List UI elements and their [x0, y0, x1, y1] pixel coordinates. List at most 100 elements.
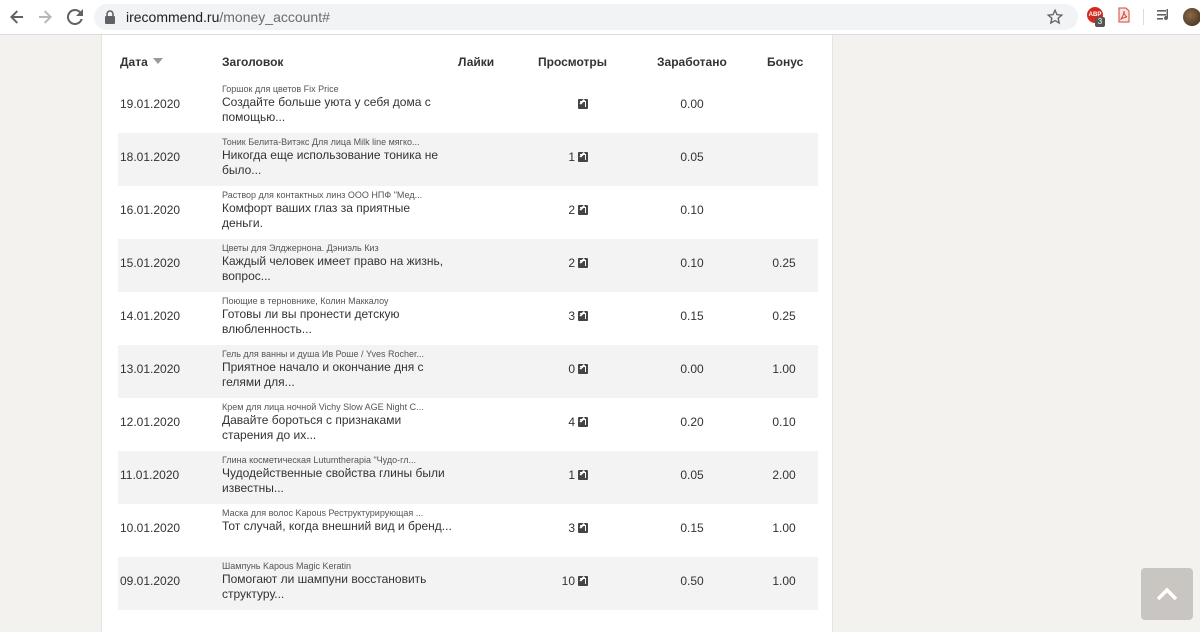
row-date: 19.01.2020 — [120, 97, 181, 111]
views-count: 2 — [568, 203, 575, 217]
table-row: 12.01.2020 Крем для лица ночной Vichy Sl… — [118, 398, 818, 451]
row-product-link[interactable]: Поющие в терновнике, Колин Маккалоу — [222, 296, 389, 306]
row-bonus: 1.00 — [772, 574, 796, 588]
views-count: 10 — [561, 574, 575, 588]
open-external-icon[interactable] — [578, 523, 588, 533]
table-header: Дата Заголовок Лайки Просмотры Заработан… — [118, 55, 818, 73]
open-external-icon[interactable] — [578, 99, 588, 109]
scroll-to-top-button[interactable] — [1141, 568, 1193, 620]
row-review-title-link[interactable]: Создайте больше уюта у себя дома с помощ… — [222, 95, 452, 125]
forward-arrow-icon[interactable] — [34, 6, 56, 28]
adblock-extension-icon[interactable]: ABP 3 — [1087, 7, 1105, 27]
row-review-title-link[interactable]: Каждый человек имеет право на жизнь, воп… — [222, 254, 452, 284]
lock-icon — [105, 10, 115, 24]
header-earned: Заработано — [657, 55, 727, 69]
row-bonus: 0.10 — [772, 415, 796, 429]
row-review-title-link[interactable]: Тот случай, когда внешний вид и бренд... — [222, 519, 452, 534]
row-date: 11.01.2020 — [120, 468, 180, 482]
open-external-icon[interactable] — [578, 205, 588, 215]
row-earned: 0.05 — [680, 150, 704, 164]
open-external-icon[interactable] — [578, 417, 588, 427]
views-count: 4 — [568, 415, 575, 429]
row-views: 2 — [558, 256, 588, 270]
row-product-link[interactable]: Шампунь Kapous Magic Keratin — [222, 561, 351, 571]
row-product-link[interactable]: Глина косметическая Lutumtherapia "Чудо-… — [222, 455, 416, 465]
row-views: 1 — [558, 150, 588, 164]
row-views — [558, 97, 588, 111]
row-date: 14.01.2020 — [120, 309, 181, 323]
url-text: irecommend.ru/money_account# — [126, 9, 330, 25]
table-row: 10.01.2020 Маска для волос Kapous Рестру… — [118, 504, 818, 557]
views-count: 3 — [568, 521, 575, 535]
table-row: 18.01.2020 Тоник Белита-Витэкс Для лица … — [118, 133, 818, 186]
row-review-title-link[interactable]: Комфорт ваших глаз за приятные деньги. — [222, 201, 452, 231]
row-earned: 0.15 — [680, 309, 704, 323]
header-likes: Лайки — [458, 55, 495, 69]
views-count: 1 — [568, 468, 575, 482]
row-review-title-link[interactable]: Готовы ли вы пронести детскую влюбленнос… — [222, 307, 452, 337]
open-external-icon[interactable] — [578, 470, 588, 480]
media-control-icon[interactable] — [1156, 7, 1174, 25]
header-title: Заголовок — [222, 55, 284, 69]
row-views: 2 — [558, 203, 588, 217]
table-row: 19.01.2020 Горшок для цветов Fix Price С… — [118, 80, 818, 133]
earnings-table: 19.01.2020 Горшок для цветов Fix Price С… — [118, 80, 818, 610]
bookmark-star-icon[interactable] — [1046, 8, 1064, 26]
row-views: 4 — [558, 415, 588, 429]
row-earned: 0.10 — [680, 256, 704, 270]
open-external-icon[interactable] — [578, 258, 588, 268]
row-earned: 0.00 — [680, 362, 704, 376]
row-earned: 0.05 — [680, 468, 704, 482]
open-external-icon[interactable] — [578, 311, 588, 321]
row-date: 09.01.2020 — [120, 574, 181, 588]
row-review-title-link[interactable]: Приятное начало и окончание дня с гелями… — [222, 360, 452, 390]
row-earned: 0.20 — [680, 415, 704, 429]
row-product-link[interactable]: Тоник Белита-Витэкс Для лица Milk line м… — [222, 137, 420, 147]
reload-icon[interactable] — [64, 6, 86, 28]
address-bar[interactable]: irecommend.ru/money_account# — [94, 4, 1078, 30]
row-bonus: 0.25 — [772, 256, 796, 270]
back-arrow-icon[interactable] — [6, 6, 28, 28]
table-row: 15.01.2020 Цветы для Элджернона. Дэниэль… — [118, 239, 818, 292]
row-review-title-link[interactable]: Никогда еще использование тоника не было… — [222, 148, 452, 178]
row-views: 3 — [558, 521, 588, 535]
chevron-up-icon — [1156, 587, 1178, 601]
row-product-link[interactable]: Крем для лица ночной Vichy Slow AGE Nigh… — [222, 402, 424, 412]
open-external-icon[interactable] — [578, 576, 588, 586]
row-bonus: 1.00 — [772, 362, 796, 376]
toolbar-divider — [1143, 9, 1144, 25]
sort-desc-icon[interactable] — [152, 58, 163, 64]
browser-toolbar: irecommend.ru/money_account# ABP 3 — [0, 0, 1200, 35]
views-count: 2 — [568, 256, 575, 270]
row-product-link[interactable]: Маска для волос Kapous Реструктурирующая… — [222, 508, 423, 518]
row-views: 0 — [558, 362, 588, 376]
row-date: 15.01.2020 — [120, 256, 181, 270]
table-row: 13.01.2020 Гель для ванны и душа Ив Роше… — [118, 345, 818, 398]
row-review-title-link[interactable]: Давайте бороться с признаками старения д… — [222, 413, 452, 443]
open-external-icon[interactable] — [578, 152, 588, 162]
views-count: 0 — [568, 362, 575, 376]
row-product-link[interactable]: Горшок для цветов Fix Price — [222, 84, 339, 94]
row-date: 18.01.2020 — [120, 150, 181, 164]
header-views: Просмотры — [538, 55, 608, 69]
header-date[interactable]: Дата — [120, 55, 163, 69]
row-views: 1 — [558, 468, 588, 482]
row-bonus: 2.00 — [772, 468, 796, 482]
table-row: 09.01.2020 Шампунь Kapous Magic Keratin … — [118, 557, 818, 610]
row-product-link[interactable]: Цветы для Элджернона. Дэниэль Киз — [222, 243, 379, 253]
row-bonus: 1.00 — [772, 521, 796, 535]
views-count: 3 — [568, 309, 575, 323]
pdf-extension-icon[interactable] — [1116, 7, 1134, 25]
row-review-title-link[interactable]: Помогают ли шампуни восстановить структу… — [222, 572, 452, 602]
open-external-icon[interactable] — [578, 364, 588, 374]
table-row: 16.01.2020 Раствор для контактных линз О… — [118, 186, 818, 239]
row-earned: 0.15 — [680, 521, 704, 535]
row-product-link[interactable]: Гель для ванны и душа Ив Роше / Yves Roc… — [222, 349, 424, 359]
table-row: 14.01.2020 Поющие в терновнике, Колин Ма… — [118, 292, 818, 345]
row-product-link[interactable]: Раствор для контактных линз ООО НПФ "Мед… — [222, 190, 422, 200]
profile-avatar[interactable] — [1183, 8, 1200, 26]
row-review-title-link[interactable]: Чудодейственные свойства глины были изве… — [222, 466, 452, 496]
row-earned: 0.00 — [680, 97, 704, 111]
row-bonus: 0.25 — [772, 309, 796, 323]
row-views: 3 — [558, 309, 588, 323]
